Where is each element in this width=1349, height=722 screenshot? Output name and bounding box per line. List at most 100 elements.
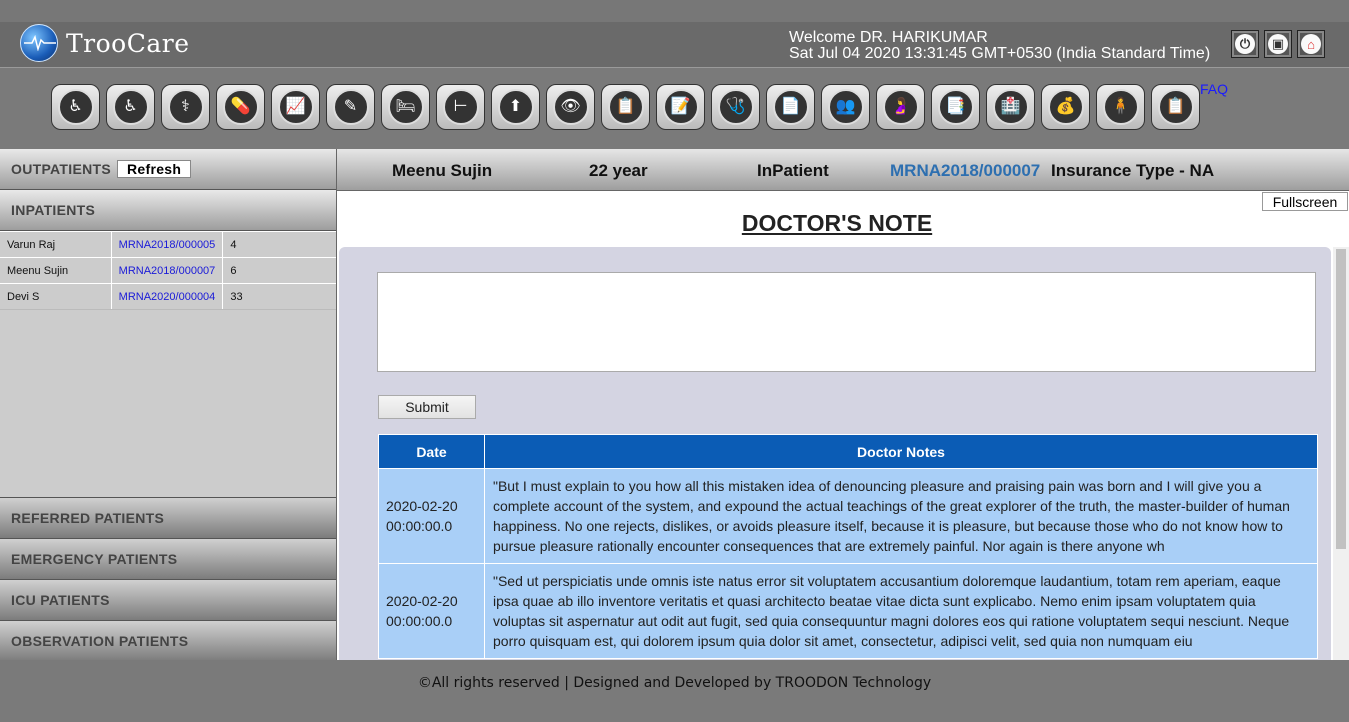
record-icon: 📋 (1157, 89, 1194, 125)
module-button[interactable]: 📄 (766, 84, 815, 130)
emergency-patients-header[interactable]: EMERGENCY PATIENTS (0, 538, 336, 579)
inpatient-row[interactable]: Devi S MRNA2020/000004 33 (0, 283, 336, 309)
inpatients-list: Varun Raj MRNA2018/000005 4 Meenu Sujin … (0, 231, 336, 497)
module-button[interactable]: 📋 (601, 84, 650, 130)
inpatient-count: 6 (230, 264, 237, 277)
note-date-day: 2020-02-20 (386, 593, 458, 609)
patient-file-icon: 🧍 (1102, 89, 1139, 125)
note-text: "Sed ut perspiciatis unde omnis iste nat… (484, 563, 1318, 659)
patient-register-icon: ♿ (112, 89, 149, 125)
table-header-row: Date Doctor Notes (378, 434, 1318, 469)
logo: TrooCare (20, 24, 190, 62)
report-icon: 📄 (772, 89, 809, 125)
table-row: 2020-02-20 00:00:00.0 "But I must explai… (378, 468, 1318, 564)
checklist-icon: 📝 (662, 89, 699, 125)
referred-patients-header[interactable]: REFERRED PATIENTS (0, 497, 336, 538)
visit-icon: 👁 (552, 89, 589, 125)
scrollbar-thumb[interactable] (1336, 249, 1346, 549)
footer: ©All rights reserved | Designed and Deve… (0, 660, 1349, 722)
module-button[interactable]: 🏥 (986, 84, 1035, 130)
doctor-note-textarea[interactable] (377, 272, 1316, 372)
table-row: 2020-02-20 00:00:00.0 "Sed ut perspiciat… (378, 563, 1318, 659)
note-date-time: 00:00:00.0 (386, 518, 453, 534)
monitor-icon: 📈 (277, 89, 314, 125)
module-button[interactable]: 📋 (1151, 84, 1200, 130)
module-button[interactable]: 👁 (546, 84, 595, 130)
module-button[interactable]: 📝 (656, 84, 705, 130)
discharge-icon: 🏥 (992, 89, 1029, 125)
header-buttons: ⏻ ▣ ⌂ (1231, 30, 1325, 58)
ward-icon: ⊢ (442, 89, 479, 125)
module-button[interactable]: ⊢ (436, 84, 485, 130)
module-button[interactable]: 💊 (216, 84, 265, 130)
inpatients-header[interactable]: INPATIENTS (0, 190, 336, 231)
inpatient-count: 4 (230, 238, 237, 251)
pill-icon: 💊 (222, 89, 259, 125)
billing-icon: 💰 (1047, 89, 1084, 125)
module-icon-row: ♿ ♿ ⚕ 💊 📈 ✎ 🛏 ⊢ ⬆ 👁 📋 📝 🩺 📄 👥 🤰 📑 🏥 💰 🧍 📋 (51, 84, 1200, 130)
module-button[interactable]: ✎ (326, 84, 375, 130)
refresh-button[interactable]: Refresh (117, 160, 192, 178)
upload-icon: ⬆ (497, 89, 534, 125)
note-date: 2020-02-20 00:00:00.0 (378, 468, 485, 564)
patient-type: InPatient (757, 161, 829, 180)
app-name: TrooCare (66, 28, 190, 58)
module-button[interactable]: 🛏 (381, 84, 430, 130)
module-button[interactable]: 👥 (821, 84, 870, 130)
datetime-text: Sat Jul 04 2020 13:31:45 GMT+0530 (India… (789, 45, 1211, 62)
patient-name: Meenu Sujin (392, 161, 493, 180)
maternity-icon: 🤰 (882, 89, 919, 125)
submit-button[interactable]: Submit (378, 395, 476, 419)
inpatient-count: 33 (230, 290, 243, 303)
inpatient-mrn-link[interactable]: MRNA2020/000004 (112, 284, 224, 309)
note-date-day: 2020-02-20 (386, 498, 458, 514)
welcome-text: Welcome DR. HARIKUMAR (789, 29, 988, 46)
logout-button[interactable]: ⏻ (1231, 30, 1259, 58)
inpatient-name: Meenu Sujin (0, 258, 112, 283)
main-content: Meenu Sujin 22 year InPatient MRNA2018/0… (337, 149, 1349, 660)
stethoscope-icon: ⚕ (167, 89, 204, 125)
faq-link[interactable]: FAQ (1200, 81, 1228, 97)
home-button[interactable]: ⌂ (1297, 30, 1325, 58)
module-button[interactable]: 🤰 (876, 84, 925, 130)
module-button[interactable]: 💰 (1041, 84, 1090, 130)
inpatient-row[interactable]: Meenu Sujin MRNA2018/000007 6 (0, 257, 336, 283)
inpatients-empty-area (0, 309, 336, 497)
module-button[interactable]: ⚕ (161, 84, 210, 130)
module-toolbar: ♿ ♿ ⚕ 💊 📈 ✎ 🛏 ⊢ ⬆ 👁 📋 📝 🩺 📄 👥 🤰 📑 🏥 💰 🧍 📋 FAQ (0, 69, 1349, 149)
patient-sidebar: OUTPATIENTS Refresh INPATIENTS Varun Raj… (0, 149, 337, 661)
page-title: DOCTOR'S NOTE (741, 210, 933, 236)
inpatient-row[interactable]: Varun Raj MRNA2018/000005 4 (0, 231, 336, 257)
notes-column-header: Doctor Notes (484, 434, 1318, 469)
module-button[interactable]: 📑 (931, 84, 980, 130)
module-button[interactable]: ♿ (106, 84, 155, 130)
app-header: TrooCare Welcome DR. HARIKUMAR Sat Jul 0… (0, 22, 1349, 68)
module-button[interactable]: 📈 (271, 84, 320, 130)
home-icon: ⌂ (1301, 34, 1321, 54)
module-button[interactable]: ⬆ (491, 84, 540, 130)
note-text: "But I must explain to you how all this … (484, 468, 1318, 564)
outpatients-label: OUTPATIENTS (11, 161, 112, 177)
module-button[interactable]: 🩺 (711, 84, 760, 130)
content-scrollbar[interactable] (1333, 247, 1349, 660)
inpatient-mrn-link[interactable]: MRNA2018/000005 (112, 232, 224, 257)
module-button[interactable]: 🧍 (1096, 84, 1145, 130)
inpatient-mrn-link[interactable]: MRNA2018/000007 (112, 258, 224, 283)
fullscreen-button[interactable]: Fullscreen (1262, 192, 1348, 211)
lock-button[interactable]: ▣ (1264, 30, 1292, 58)
lock-icon: ▣ (1268, 34, 1288, 54)
lab-icon: ✎ (332, 89, 369, 125)
observation-patients-header[interactable]: OBSERVATION PATIENTS (0, 620, 336, 661)
globe-logo-icon (20, 24, 58, 62)
note-date-time: 00:00:00.0 (386, 613, 453, 629)
module-button[interactable]: ♿ (51, 84, 100, 130)
icu-patients-header[interactable]: ICU PATIENTS (0, 579, 336, 620)
doctor-note-panel: Submit Date Doctor Notes 2020-02-20 00:0… (339, 247, 1331, 660)
welcome-block: Welcome DR. HARIKUMAR Sat Jul 04 2020 13… (789, 30, 1210, 62)
outpatients-header[interactable]: OUTPATIENTS Refresh (0, 149, 336, 190)
bed-icon: 🛏 (387, 89, 424, 125)
patient-mrn: MRNA2018/000007 (890, 161, 1041, 180)
patient-age: 22 year (589, 161, 648, 180)
doctor-icon: 🩺 (717, 89, 754, 125)
inpatients-label: INPATIENTS (11, 202, 96, 218)
